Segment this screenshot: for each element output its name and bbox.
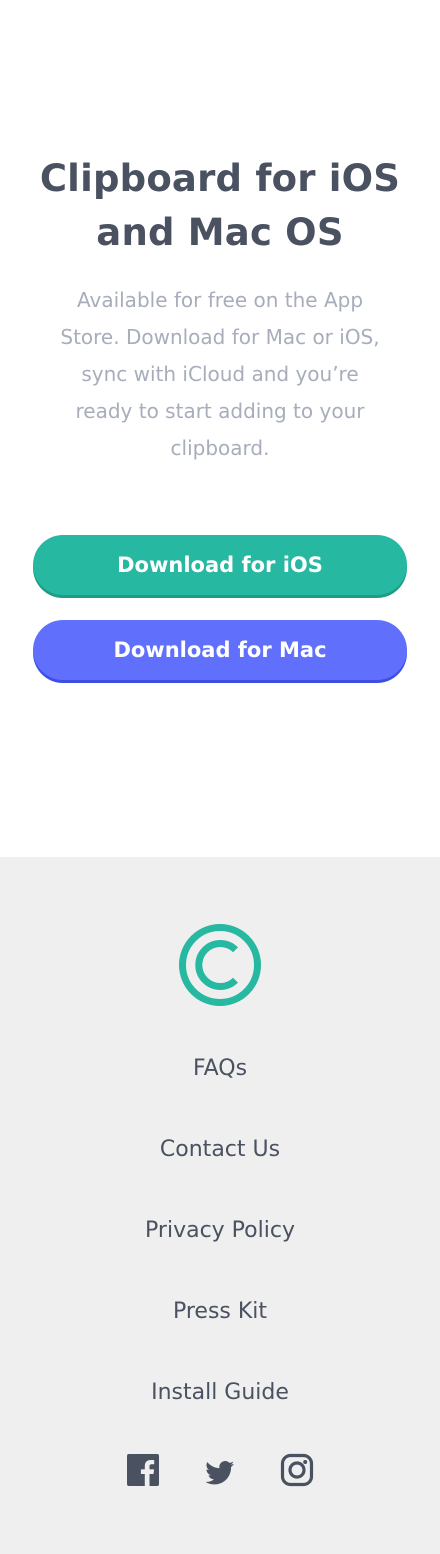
twitter-icon[interactable] [202, 1453, 238, 1489]
footer: FAQs Contact Us Privacy Policy Press Kit… [0, 857, 440, 1554]
footer-link-privacy-policy[interactable]: Privacy Policy [0, 1216, 440, 1246]
cta-title: Clipboard for iOS and Mac OS [0, 152, 440, 260]
cta-title-line-1: Clipboard for iOS [39, 157, 401, 200]
cta-description-line: ready to start adding to your [75, 399, 365, 423]
cta-description-line: sync with iCloud and you’re [81, 362, 359, 386]
cta-description-line: Store. Download for Mac or iOS, [60, 325, 380, 349]
cta-description-line: clipboard. [170, 436, 270, 460]
download-ios-button[interactable]: Download for iOS [33, 535, 407, 595]
footer-link-install-guide[interactable]: Install Guide [0, 1378, 440, 1408]
facebook-icon[interactable] [125, 1453, 161, 1489]
clipboard-logo-icon[interactable] [179, 924, 261, 1006]
footer-link-contact-us[interactable]: Contact Us [0, 1135, 440, 1165]
footer-link-press-kit[interactable]: Press Kit [0, 1297, 440, 1327]
cta-title-line-2: and Mac OS [96, 211, 344, 254]
instagram-icon[interactable] [279, 1453, 315, 1489]
download-section: Clipboard for iOS and Mac OS Available f… [0, 0, 440, 857]
cta-description: Available for free on the App Store. Dow… [40, 282, 400, 467]
download-mac-button[interactable]: Download for Mac [33, 620, 407, 680]
cta-description-line: Available for free on the App [76, 288, 364, 312]
footer-link-faqs[interactable]: FAQs [0, 1054, 440, 1084]
